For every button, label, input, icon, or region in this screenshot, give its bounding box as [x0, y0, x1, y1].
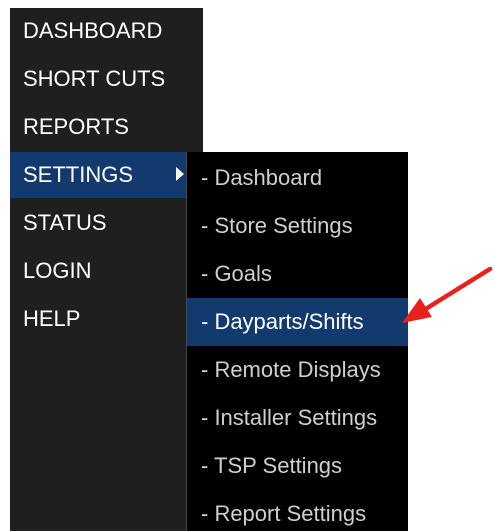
- menu-item-label: LOGIN: [23, 258, 92, 283]
- menu-item-settings[interactable]: SETTINGS: [10, 152, 203, 198]
- menu-item-status[interactable]: STATUS: [10, 200, 203, 246]
- submenu-item-label: - Dashboard: [201, 165, 323, 190]
- menu-item-label: HELP: [23, 306, 81, 331]
- menu-item-label: SETTINGS: [23, 162, 134, 187]
- menu-item-dashboard[interactable]: DASHBOARD: [10, 8, 203, 54]
- settings-submenu: - Dashboard - Store Settings - Goals - D…: [186, 152, 408, 531]
- submenu-item-report-settings[interactable]: - Report Settings: [187, 490, 408, 531]
- submenu-item-label: - Store Settings: [201, 213, 353, 238]
- submenu-item-goals[interactable]: - Goals: [187, 250, 408, 298]
- submenu-item-store-settings[interactable]: - Store Settings: [187, 202, 408, 250]
- menu-item-label: STATUS: [23, 210, 107, 235]
- submenu-item-label: - Goals: [201, 261, 272, 286]
- submenu-item-label: - Dayparts/Shifts: [201, 309, 364, 334]
- menu-item-label: REPORTS: [23, 114, 129, 139]
- chevron-right-icon: [176, 167, 184, 181]
- submenu-item-label: - Report Settings: [201, 501, 367, 526]
- submenu-item-remote-displays[interactable]: - Remote Displays: [187, 346, 408, 394]
- submenu-item-tsp-settings[interactable]: - TSP Settings: [187, 442, 408, 490]
- submenu-item-label: - Remote Displays: [201, 357, 381, 382]
- screenshot-stage: DASHBOARD SHORT CUTS REPORTS SETTINGS ST…: [0, 0, 495, 531]
- menu-item-login[interactable]: LOGIN: [10, 248, 203, 294]
- main-menu: DASHBOARD SHORT CUTS REPORTS SETTINGS ST…: [10, 8, 203, 531]
- submenu-item-label: - Installer Settings: [201, 405, 378, 430]
- menu-item-reports[interactable]: REPORTS: [10, 104, 203, 150]
- menu-item-short-cuts[interactable]: SHORT CUTS: [10, 56, 203, 102]
- menu-item-label: DASHBOARD: [23, 18, 163, 43]
- submenu-item-dayparts-shifts[interactable]: - Dayparts/Shifts: [187, 298, 408, 346]
- submenu-item-installer-settings[interactable]: - Installer Settings: [187, 394, 408, 442]
- submenu-item-dashboard[interactable]: - Dashboard: [187, 154, 408, 202]
- menu-item-label: SHORT CUTS: [23, 66, 166, 91]
- red-arrow-icon: [402, 266, 493, 323]
- menu-item-help[interactable]: HELP: [10, 296, 203, 342]
- submenu-item-label: - TSP Settings: [201, 453, 343, 478]
